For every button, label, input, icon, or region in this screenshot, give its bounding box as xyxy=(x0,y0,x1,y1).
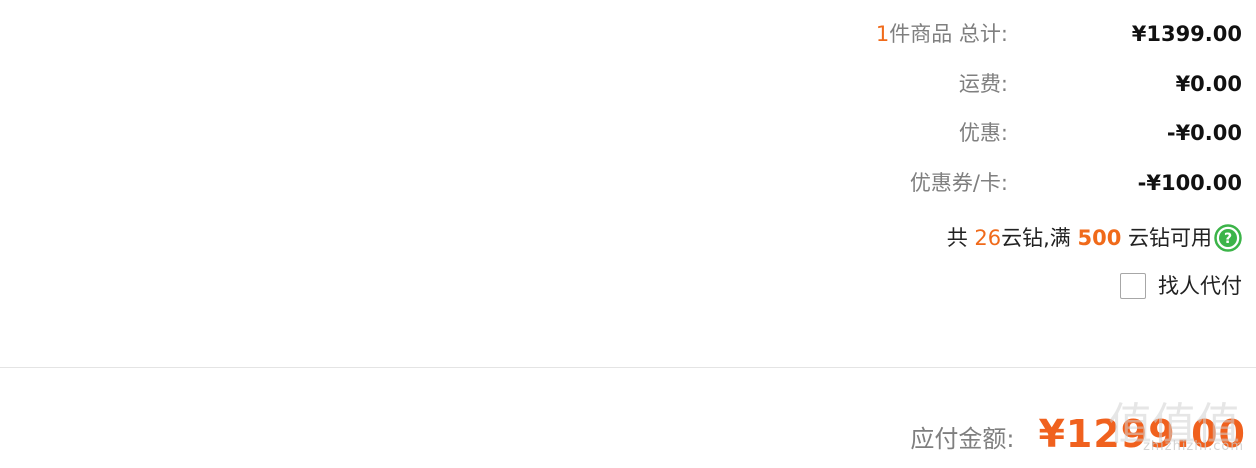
coupon-row: 优惠券/卡: -¥100.00 xyxy=(0,163,1256,203)
proxy-pay-row[interactable]: 找人代付 xyxy=(1120,266,1242,306)
divider xyxy=(0,367,1256,368)
shipping-label: 运费: xyxy=(958,72,1008,96)
shipping-value: ¥0.00 xyxy=(1175,72,1242,96)
payable-total-row: 应付金额: ¥1299.00 xyxy=(910,412,1246,468)
cloud-diamonds-count: 26 xyxy=(974,226,1002,250)
discount-row: 优惠: -¥0.00 xyxy=(0,113,1256,153)
shipping-row: 运费: ¥0.00 xyxy=(0,64,1256,104)
payable-total-value: ¥1299.00 xyxy=(1038,412,1246,456)
coupon-label: 优惠券/卡: xyxy=(909,171,1008,195)
payable-total-label: 应付金额: xyxy=(910,425,1015,453)
items-total-row: 1件商品 总计: ¥1399.00 xyxy=(0,14,1256,54)
items-total-label: 1件商品 总计: xyxy=(876,14,1008,54)
cloud-diamonds-middle: 云钻,满 xyxy=(1001,226,1078,250)
items-total-value: ¥1399.00 xyxy=(1131,22,1242,46)
cloud-diamonds-threshold: 500 xyxy=(1077,226,1122,250)
items-total-text: 件商品 总计: xyxy=(889,22,1008,46)
cloud-diamonds-suffix: 云钻可用 xyxy=(1121,226,1212,250)
proxy-pay-label[interactable]: 找人代付 xyxy=(1158,266,1242,306)
discount-value: -¥0.00 xyxy=(1166,121,1242,145)
cloud-diamonds-row: 共 26 云钻,满 500 云钻可用 ? xyxy=(947,218,1242,258)
coupon-value: -¥100.00 xyxy=(1137,171,1242,195)
item-count: 1 xyxy=(875,22,890,46)
svg-text:?: ? xyxy=(1224,231,1232,247)
discount-label: 优惠: xyxy=(958,121,1008,145)
proxy-pay-checkbox[interactable] xyxy=(1120,273,1146,299)
question-circle-icon[interactable]: ? xyxy=(1214,224,1242,252)
cloud-diamonds-prefix: 共 xyxy=(946,226,975,250)
